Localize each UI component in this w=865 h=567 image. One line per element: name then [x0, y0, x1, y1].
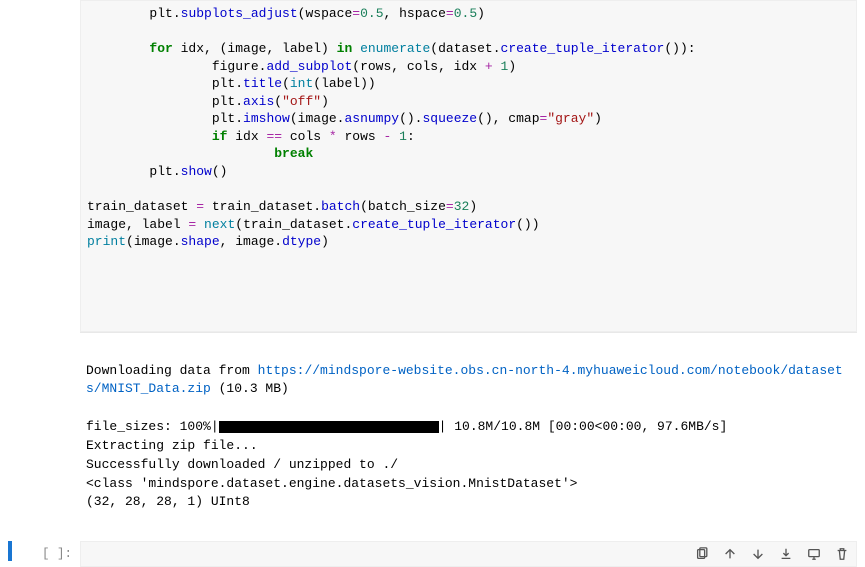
arrow-up-icon[interactable]	[722, 546, 738, 562]
progress-label: file_sizes: 100%|	[86, 419, 219, 434]
progress-suffix: | 10.8M/10.8M [00:00<00:00, 97.6MB/s]	[439, 419, 728, 434]
code-line	[87, 180, 850, 198]
code-line: plt.axis("off")	[87, 93, 850, 111]
code-line: plt.show()	[87, 163, 850, 181]
output-download-prefix: Downloading data from	[86, 363, 258, 378]
output-download-size: (10.3 MB)	[211, 381, 289, 396]
cell-toolbar	[694, 546, 850, 562]
trash-icon[interactable]	[834, 546, 850, 562]
code-line: train_dataset = train_dataset.batch(batc…	[87, 198, 850, 216]
copy-icon[interactable]	[694, 546, 710, 562]
code-line: break	[87, 145, 850, 163]
output-extract: Extracting zip file...	[86, 438, 258, 453]
cell-gutter	[8, 0, 80, 332]
code-line: image, label = next(train_dataset.create…	[87, 216, 850, 234]
code-cell: plt.subplots_adjust(wspace=0.5, hspace=0…	[8, 0, 857, 332]
code-editor[interactable]: plt.subplots_adjust(wspace=0.5, hspace=0…	[80, 0, 857, 332]
progress-bar-fill	[219, 421, 439, 433]
code-line: plt.title(int(label))	[87, 75, 850, 93]
code-line: figure.add_subplot(rows, cols, idx + 1)	[87, 58, 850, 76]
download-icon[interactable]	[778, 546, 794, 562]
code-line: print(image.shape, image.dtype)	[87, 233, 850, 251]
empty-code-editor[interactable]	[80, 541, 857, 567]
output-class: <class 'mindspore.dataset.engine.dataset…	[86, 476, 577, 491]
code-line	[87, 23, 850, 41]
code-line: plt.subplots_adjust(wspace=0.5, hspace=0…	[87, 5, 850, 23]
output-success: Successfully downloaded / unzipped to ./	[86, 457, 398, 472]
notebook-root: plt.subplots_adjust(wspace=0.5, hspace=0…	[0, 0, 865, 567]
exec-indicator-active	[8, 541, 12, 561]
exec-indicator	[8, 0, 12, 332]
code-line: for idx, (image, label) in enumerate(dat…	[87, 40, 850, 58]
cell-prompt: [ ]:	[16, 541, 80, 561]
cell-output: Downloading data from https://mindspore-…	[80, 332, 857, 537]
empty-code-cell[interactable]: [ ]:	[8, 541, 857, 567]
code-line: plt.imshow(image.asnumpy().squeeze(), cm…	[87, 110, 850, 128]
code-line: if idx == cols * rows - 1:	[87, 128, 850, 146]
cell-prompt	[16, 0, 80, 332]
output-shape: (32, 28, 28, 1) UInt8	[86, 494, 250, 509]
cell-gutter: [ ]:	[8, 541, 80, 561]
monitor-icon[interactable]	[806, 546, 822, 562]
arrow-down-icon[interactable]	[750, 546, 766, 562]
